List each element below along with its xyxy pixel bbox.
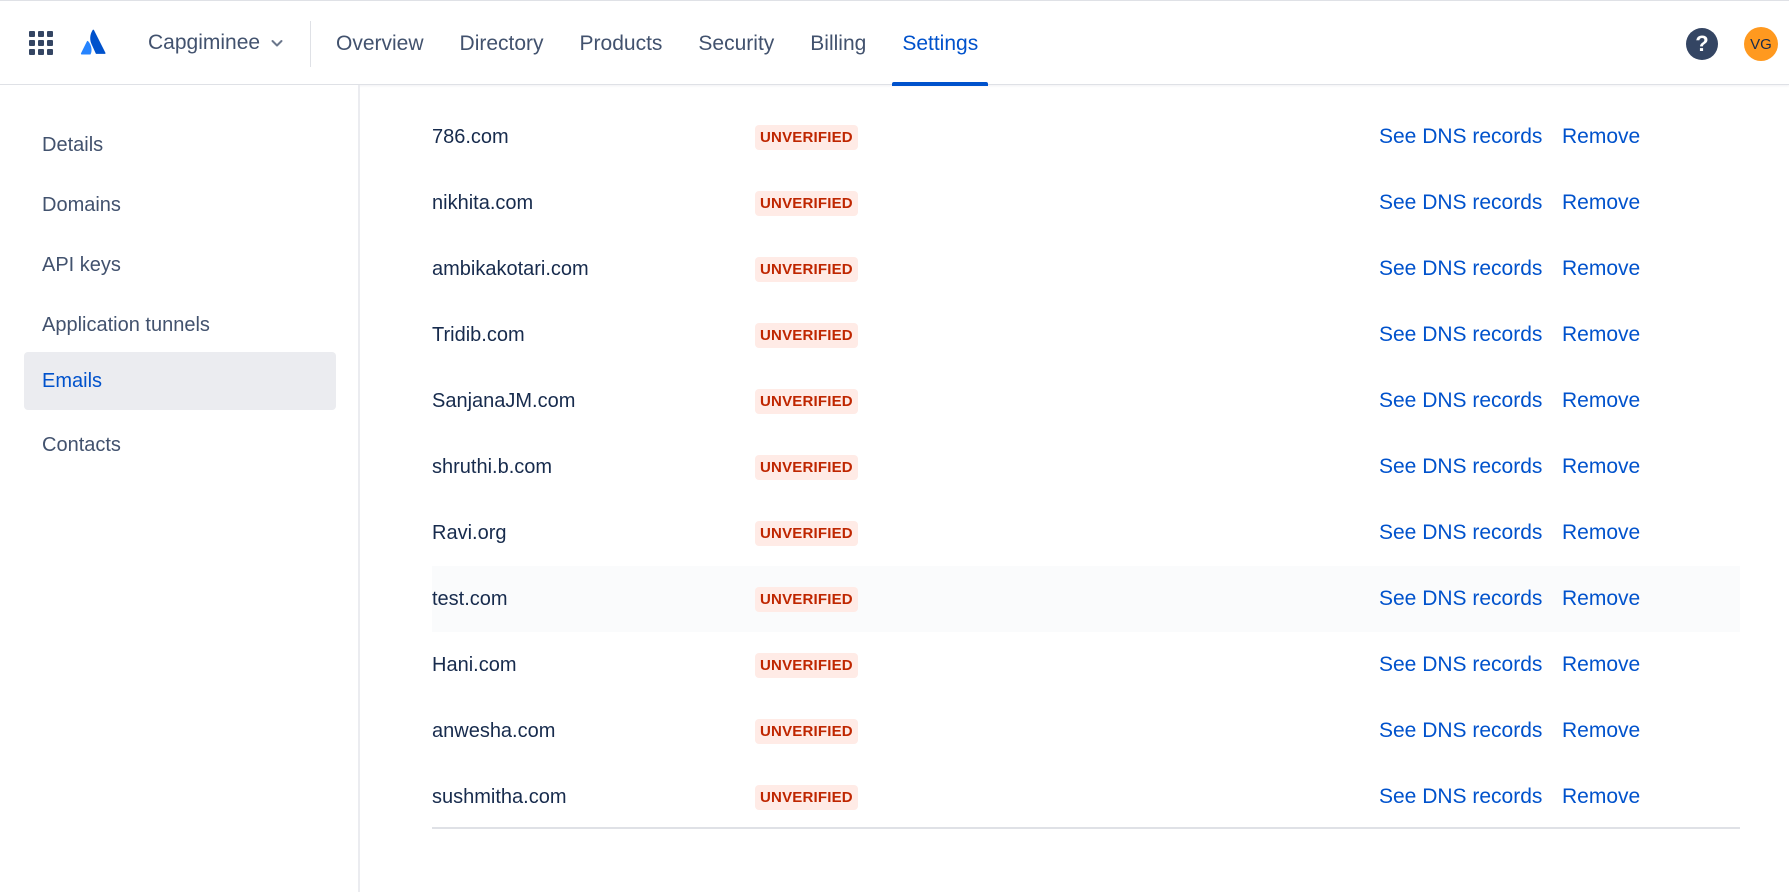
table-row: test.com UNVERIFIED See DNS records Remo… (432, 566, 1740, 632)
status-badge: UNVERIFIED (755, 323, 858, 348)
tab-settings[interactable]: Settings (886, 1, 994, 86)
top-navigation-bar: Capgiminee Overview Directory Products S… (0, 0, 1789, 86)
remove-link[interactable]: Remove (1562, 368, 1640, 434)
tab-overview[interactable]: Overview (320, 1, 440, 86)
sidebar-item-emails[interactable]: Emails (24, 352, 336, 410)
status-badge: UNVERIFIED (755, 785, 858, 810)
domain-name: sushmitha.com (432, 785, 567, 808)
remove-link[interactable]: Remove (1562, 500, 1640, 566)
domains-table: 786.com UNVERIFIED See DNS records Remov… (362, 85, 1789, 892)
chevron-down-icon (270, 36, 284, 50)
status-badge: UNVERIFIED (755, 125, 858, 150)
status-badge: UNVERIFIED (755, 191, 858, 216)
help-icon[interactable]: ? (1686, 28, 1718, 60)
see-dns-records-link[interactable]: See DNS records (1379, 302, 1542, 368)
domain-name: Tridib.com (432, 323, 525, 346)
remove-link[interactable]: Remove (1562, 170, 1640, 236)
remove-link[interactable]: Remove (1562, 632, 1640, 698)
status-badge: UNVERIFIED (755, 653, 858, 678)
see-dns-records-link[interactable]: See DNS records (1379, 566, 1542, 632)
domain-name: nikhita.com (432, 191, 534, 214)
main-nav-tabs: Overview Directory Products Security Bil… (320, 1, 998, 86)
remove-link[interactable]: Remove (1562, 434, 1640, 500)
see-dns-records-link[interactable]: See DNS records (1379, 500, 1542, 566)
remove-link[interactable]: Remove (1562, 104, 1640, 170)
status-badge: UNVERIFIED (755, 587, 858, 612)
status-badge: UNVERIFIED (755, 521, 858, 546)
see-dns-records-link[interactable]: See DNS records (1379, 764, 1542, 830)
domain-name: ambikakotari.com (432, 257, 589, 280)
app-switcher-icon[interactable] (29, 31, 53, 55)
domain-name: Hani.com (432, 653, 517, 676)
tab-security[interactable]: Security (682, 1, 790, 86)
table-row: nikhita.com UNVERIFIED See DNS records R… (432, 170, 1740, 236)
sidebar-item-contacts[interactable]: Contacts (24, 416, 336, 474)
remove-link[interactable]: Remove (1562, 302, 1640, 368)
domain-name: anwesha.com (432, 719, 556, 742)
see-dns-records-link[interactable]: See DNS records (1379, 368, 1542, 434)
table-row: shruthi.b.com UNVERIFIED See DNS records… (432, 434, 1740, 500)
sidebar-item-application-tunnels[interactable]: Application tunnels (24, 296, 336, 354)
table-row: 786.com UNVERIFIED See DNS records Remov… (432, 104, 1740, 170)
domain-name: test.com (432, 587, 508, 610)
domain-name: SanjanaJM.com (432, 389, 576, 412)
domain-name: shruthi.b.com (432, 455, 553, 478)
status-badge: UNVERIFIED (755, 719, 858, 744)
table-row: Ravi.org UNVERIFIED See DNS records Remo… (432, 500, 1740, 566)
sidebar-item-api-keys[interactable]: API keys (24, 236, 336, 294)
see-dns-records-link[interactable]: See DNS records (1379, 236, 1542, 302)
table-row: SanjanaJM.com UNVERIFIED See DNS records… (432, 368, 1740, 434)
table-row: ambikakotari.com UNVERIFIED See DNS reco… (432, 236, 1740, 302)
see-dns-records-link[interactable]: See DNS records (1379, 698, 1542, 764)
table-row: Hani.com UNVERIFIED See DNS records Remo… (432, 632, 1740, 698)
domain-name: 786.com (432, 125, 509, 148)
remove-link[interactable]: Remove (1562, 698, 1640, 764)
nav-divider (310, 21, 311, 67)
domain-name: Ravi.org (432, 521, 507, 544)
user-avatar[interactable]: VG (1744, 27, 1778, 61)
see-dns-records-link[interactable]: See DNS records (1379, 434, 1542, 500)
tab-directory[interactable]: Directory (444, 1, 560, 86)
settings-sidebar: Details Domains API keys Application tun… (0, 85, 360, 892)
see-dns-records-link[interactable]: See DNS records (1379, 170, 1542, 236)
org-name: Capgiminee (148, 31, 261, 54)
atlassian-logo-icon[interactable] (80, 28, 108, 56)
table-bottom-border (432, 827, 1740, 829)
remove-link[interactable]: Remove (1562, 236, 1640, 302)
sidebar-item-domains[interactable]: Domains (24, 176, 336, 234)
table-row: anwesha.com UNVERIFIED See DNS records R… (432, 698, 1740, 764)
sidebar-item-details[interactable]: Details (24, 116, 336, 174)
table-row: Tridib.com UNVERIFIED See DNS records Re… (432, 302, 1740, 368)
org-switcher[interactable]: Capgiminee (148, 25, 284, 61)
see-dns-records-link[interactable]: See DNS records (1379, 632, 1542, 698)
tab-billing[interactable]: Billing (794, 1, 882, 86)
status-badge: UNVERIFIED (755, 257, 858, 282)
status-badge: UNVERIFIED (755, 389, 858, 414)
remove-link[interactable]: Remove (1562, 764, 1640, 830)
table-row: sushmitha.com UNVERIFIED See DNS records… (432, 764, 1740, 830)
see-dns-records-link[interactable]: See DNS records (1379, 104, 1542, 170)
status-badge: UNVERIFIED (755, 455, 858, 480)
tab-products[interactable]: Products (564, 1, 679, 86)
remove-link[interactable]: Remove (1562, 566, 1640, 632)
